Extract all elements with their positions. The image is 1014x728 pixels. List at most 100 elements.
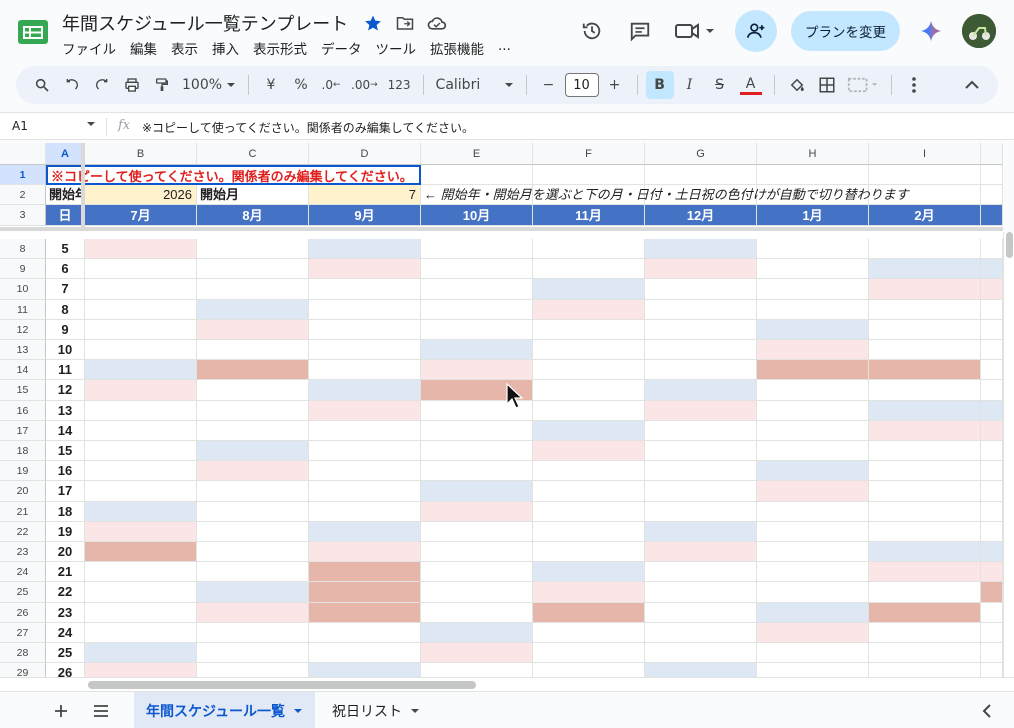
column-header[interactable]: G <box>645 143 757 165</box>
day-number-cell[interactable]: 10 <box>46 340 85 361</box>
row-header[interactable]: 16 <box>0 400 46 421</box>
grid-cell[interactable] <box>981 622 1003 643</box>
grid-cell[interactable] <box>869 279 981 300</box>
grid-cell[interactable] <box>645 380 757 401</box>
day-number-cell[interactable]: 23 <box>46 602 85 623</box>
grid-cell[interactable] <box>981 185 1003 205</box>
grid-cell[interactable] <box>757 582 869 603</box>
grid-cell[interactable] <box>197 622 309 643</box>
grid-cell[interactable] <box>197 239 309 260</box>
day-number-cell[interactable]: 6 <box>46 259 85 280</box>
more-options-icon[interactable] <box>900 71 928 99</box>
grid-cell[interactable] <box>421 420 533 441</box>
cloud-status-icon[interactable] <box>426 12 448 34</box>
row-header[interactable]: 26 <box>0 602 46 623</box>
day-number-cell[interactable]: 15 <box>46 441 85 462</box>
grid-cell[interactable] <box>757 501 869 522</box>
grid-cell[interactable] <box>533 299 645 320</box>
move-to-folder-icon[interactable] <box>394 12 416 34</box>
grid-cell[interactable] <box>309 319 421 340</box>
month-header-cell[interactable]: 1月 <box>757 205 869 226</box>
grid-cell[interactable] <box>309 400 421 421</box>
grid-cell[interactable] <box>197 643 309 664</box>
grid-cell[interactable] <box>869 643 981 664</box>
menu-file[interactable]: ファイル <box>62 38 124 58</box>
grid-cell[interactable] <box>645 643 757 664</box>
grid-cell[interactable] <box>645 340 757 361</box>
grid-cell[interactable] <box>85 420 197 441</box>
grid-cell[interactable] <box>869 165 981 185</box>
formula-input[interactable]: ※コピーして使ってください。関係者のみ編集してください。 <box>142 119 474 136</box>
grid-cell[interactable] <box>421 299 533 320</box>
grid-cell[interactable] <box>85 279 197 300</box>
select-all-corner[interactable] <box>0 143 46 165</box>
grid-cell[interactable] <box>533 582 645 603</box>
row-header[interactable]: 17 <box>0 420 46 441</box>
row-header[interactable]: 13 <box>0 340 46 361</box>
grid-cell[interactable] <box>757 380 869 401</box>
grid-cell[interactable] <box>197 602 309 623</box>
grid-cell[interactable] <box>533 562 645 583</box>
grid-cell[interactable] <box>533 319 645 340</box>
month-header-cell[interactable]: 9月 <box>309 205 421 226</box>
grid-cell[interactable] <box>869 602 981 623</box>
grid-cell[interactable] <box>533 380 645 401</box>
comments-icon[interactable] <box>623 12 657 50</box>
row-header[interactable]: 22 <box>0 521 46 542</box>
row-header[interactable]: 19 <box>0 461 46 482</box>
grid-cell[interactable] <box>533 461 645 482</box>
grid-cell[interactable] <box>757 239 869 260</box>
day-number-cell[interactable]: 22 <box>46 582 85 603</box>
row-header[interactable]: 8 <box>0 239 46 260</box>
row-header[interactable]: 9 <box>0 259 46 280</box>
grid-cell[interactable] <box>197 562 309 583</box>
increase-decimal-button[interactable]: .00 → <box>347 71 382 99</box>
grid-cell[interactable] <box>869 380 981 401</box>
grid-cell[interactable] <box>309 380 421 401</box>
grid-cell[interactable] <box>197 441 309 462</box>
day-number-cell[interactable]: 13 <box>46 400 85 421</box>
row-header[interactable]: 29 <box>0 663 46 677</box>
row-header[interactable]: 14 <box>0 360 46 381</box>
day-column-header[interactable]: 日 <box>46 205 85 226</box>
grid-cell[interactable] <box>757 602 869 623</box>
grid-cell[interactable] <box>757 340 869 361</box>
grid-cell[interactable] <box>757 299 869 320</box>
day-number-cell[interactable]: 26 <box>46 663 85 677</box>
grid-cell[interactable] <box>85 340 197 361</box>
month-header-cell[interactable]: 12月 <box>645 205 757 226</box>
grid-cell[interactable] <box>981 542 1003 563</box>
grid-cell[interactable] <box>533 663 645 677</box>
grid-cell[interactable] <box>757 542 869 563</box>
month-header-cell[interactable] <box>981 205 1003 226</box>
grid-cell[interactable] <box>869 441 981 462</box>
grid-cell[interactable] <box>645 481 757 502</box>
grid-cell[interactable] <box>197 461 309 482</box>
share-button[interactable] <box>735 10 777 52</box>
month-header-cell[interactable]: 10月 <box>421 205 533 226</box>
row-header[interactable]: 23 <box>0 542 46 563</box>
day-number-cell[interactable]: 18 <box>46 501 85 522</box>
grid-cell[interactable] <box>421 239 533 260</box>
grid-cell[interactable] <box>981 319 1003 340</box>
column-header[interactable]: B <box>85 143 197 165</box>
grid-cell[interactable] <box>981 481 1003 502</box>
grid-cell[interactable] <box>645 501 757 522</box>
grid-cell[interactable] <box>85 259 197 280</box>
font-size-input[interactable]: 10 <box>564 73 599 97</box>
grid-cell[interactable] <box>645 622 757 643</box>
grid-cell[interactable] <box>869 360 981 381</box>
grid-cell[interactable] <box>757 643 869 664</box>
sheets-logo-icon[interactable] <box>16 18 50 46</box>
row-header[interactable]: 10 <box>0 279 46 300</box>
chevron-down-icon[interactable] <box>293 706 303 716</box>
merge-cells-icon[interactable] <box>843 71 883 99</box>
grid-cell[interactable] <box>869 521 981 542</box>
row-header[interactable]: 12 <box>0 319 46 340</box>
grid-cell[interactable] <box>869 400 981 421</box>
grid-cell[interactable] <box>309 441 421 462</box>
grid-cell[interactable] <box>533 165 645 185</box>
grid-cell[interactable] <box>869 562 981 583</box>
grid-cell[interactable] <box>981 663 1003 677</box>
column-header[interactable]: A <box>46 143 85 165</box>
